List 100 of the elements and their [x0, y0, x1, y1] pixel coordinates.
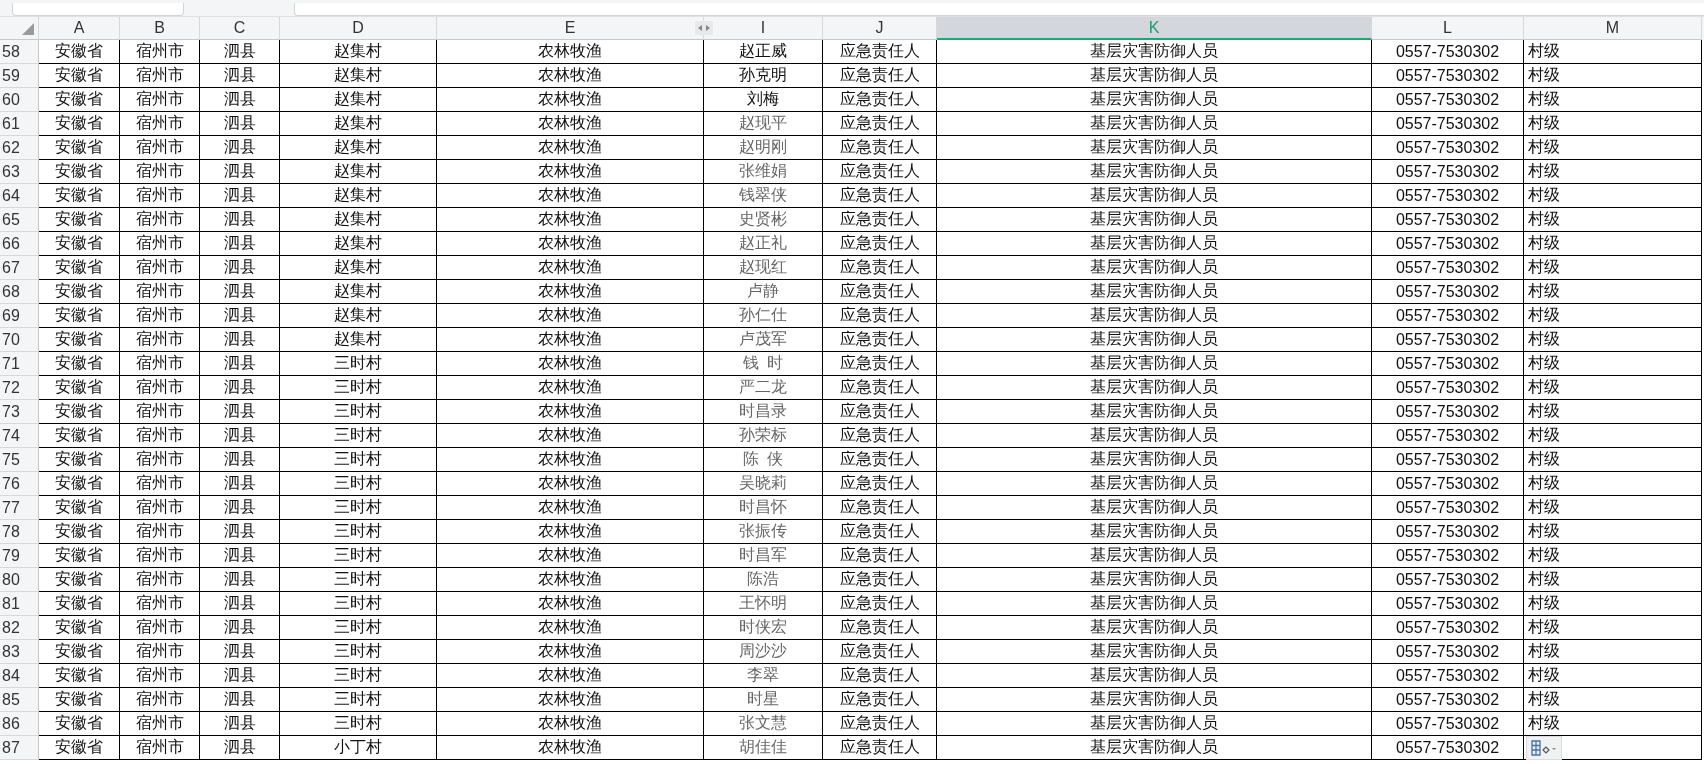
row-number[interactable]: 84 [0, 664, 39, 688]
table-cell: 农林牧渔 [437, 232, 704, 256]
row-number[interactable]: 69 [0, 304, 39, 328]
row-number[interactable]: 75 [0, 448, 39, 472]
table-cell: 农林牧渔 [437, 448, 704, 472]
row-number[interactable]: 78 [0, 520, 39, 544]
table-cell: 张文慧 [704, 712, 823, 736]
table-cell: 安徽省 [39, 568, 120, 592]
row-number[interactable]: 60 [0, 88, 39, 112]
row-number[interactable]: 61 [0, 112, 39, 136]
row-number[interactable]: 73 [0, 400, 39, 424]
table-cell: 安徽省 [39, 616, 120, 640]
column-header[interactable]: C [200, 17, 280, 40]
table-cell: 泗县 [200, 640, 280, 664]
column-header[interactable]: M [1524, 17, 1702, 40]
row-number[interactable]: 62 [0, 136, 39, 160]
row-number[interactable]: 72 [0, 376, 39, 400]
table-cell: 泗县 [200, 472, 280, 496]
column-header[interactable]: D [280, 17, 437, 40]
row-number[interactable]: 79 [0, 544, 39, 568]
table-cell: 安徽省 [39, 304, 120, 328]
table-cell: 泗县 [200, 328, 280, 352]
table-cell: 0557-7530302 [1372, 424, 1524, 448]
row-number[interactable]: 66 [0, 232, 39, 256]
table-cell: 农林牧渔 [437, 40, 704, 64]
table-cell: 基层灾害防御人员 [937, 448, 1372, 472]
table-cell: 泗县 [200, 136, 280, 160]
table-cell: 宿州市 [120, 328, 200, 352]
column-header[interactable]: L [1372, 17, 1524, 40]
table-cell: 泗县 [200, 376, 280, 400]
table-cell: 基层灾害防御人员 [937, 112, 1372, 136]
table-cell: 应急责任人 [823, 616, 937, 640]
table-cell: 泗县 [200, 592, 280, 616]
row-number[interactable]: 77 [0, 496, 39, 520]
column-header[interactable]: B [120, 17, 200, 40]
table-cell: 宿州市 [120, 352, 200, 376]
table-cell: 钱翠侠 [704, 184, 823, 208]
row-number[interactable]: 82 [0, 616, 39, 640]
table-cell: 应急责任人 [823, 376, 937, 400]
table-cell: 宿州市 [120, 712, 200, 736]
table-cell: 0557-7530302 [1372, 472, 1524, 496]
select-all-icon[interactable] [22, 23, 34, 35]
table-cell: 三时村 [280, 400, 437, 424]
table-cell: 应急责任人 [823, 568, 937, 592]
table-cell: 农林牧渔 [437, 376, 704, 400]
row-number[interactable]: 65 [0, 208, 39, 232]
row-number[interactable]: 71 [0, 352, 39, 376]
row-number[interactable]: 74 [0, 424, 39, 448]
row-number[interactable]: 67 [0, 256, 39, 280]
table-cell: 村级 [1524, 520, 1702, 544]
table-cell: 赵正威 [704, 40, 823, 64]
hidden-columns-icon[interactable] [695, 21, 713, 35]
row-number[interactable]: 58 [0, 40, 39, 64]
table-cell: 安徽省 [39, 64, 120, 88]
row-number[interactable]: 87 [0, 736, 39, 760]
table-cell: 泗县 [200, 568, 280, 592]
table-cell: 村级 [1524, 280, 1702, 304]
table-cell: 泗县 [200, 112, 280, 136]
table-cell: 基层灾害防御人员 [937, 232, 1372, 256]
table-cell: 村级 [1524, 256, 1702, 280]
name-box[interactable] [12, 3, 184, 16]
table-cell: 应急责任人 [823, 736, 937, 760]
table-cell: 0557-7530302 [1372, 280, 1524, 304]
row-number[interactable]: 64 [0, 184, 39, 208]
table-cell: 应急责任人 [823, 592, 937, 616]
table-cell: 农林牧渔 [437, 328, 704, 352]
row-number[interactable]: 70 [0, 328, 39, 352]
table-cell: 小丁村 [280, 736, 437, 760]
row-number[interactable]: 68 [0, 280, 39, 304]
table-cell: 农林牧渔 [437, 136, 704, 160]
column-header[interactable]: A [39, 17, 120, 40]
row-number[interactable]: 59 [0, 64, 39, 88]
table-cell: 安徽省 [39, 280, 120, 304]
table-cell: 陈浩 [704, 568, 823, 592]
row-number[interactable]: 81 [0, 592, 39, 616]
table-cell: 基层灾害防御人员 [937, 208, 1372, 232]
table-cell: 基层灾害防御人员 [937, 352, 1372, 376]
table-cell: 0557-7530302 [1372, 688, 1524, 712]
table-cell: 赵集村 [280, 280, 437, 304]
table-cell: 0557-7530302 [1372, 160, 1524, 184]
table-cell: 钱 时 [704, 352, 823, 376]
row-number[interactable]: 85 [0, 688, 39, 712]
table-cell: 宿州市 [120, 136, 200, 160]
paste-options-button[interactable] [1526, 736, 1562, 760]
row-number[interactable]: 63 [0, 160, 39, 184]
table-cell: 农林牧渔 [437, 112, 704, 136]
table-cell: 农林牧渔 [437, 568, 704, 592]
formula-field[interactable] [294, 3, 1704, 16]
table-cell: 史贤彬 [704, 208, 823, 232]
table-cell: 泗县 [200, 424, 280, 448]
table-cell: 周沙沙 [704, 640, 823, 664]
row-number[interactable]: 83 [0, 640, 39, 664]
table-cell: 泗县 [200, 88, 280, 112]
row-number[interactable]: 80 [0, 568, 39, 592]
table-cell: 0557-7530302 [1372, 352, 1524, 376]
table-cell: 安徽省 [39, 352, 120, 376]
row-number[interactable]: 76 [0, 472, 39, 496]
row-number[interactable]: 86 [0, 712, 39, 736]
table-cell: 泗县 [200, 736, 280, 760]
table-cell: 宿州市 [120, 520, 200, 544]
